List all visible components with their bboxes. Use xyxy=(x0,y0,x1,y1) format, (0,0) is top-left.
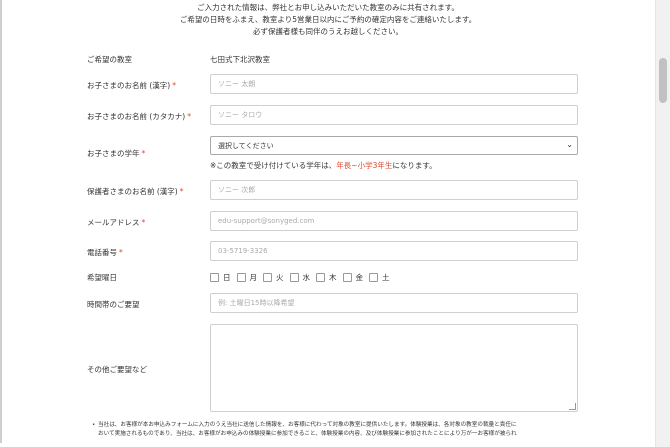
grade-selected: 選択してください xyxy=(218,141,274,150)
day-checkbox-fri[interactable]: 金 xyxy=(342,272,363,283)
intro-line-2: ご希望の日時をふまえ、教室より5営業日以内にご予約の確定内容をご連絡いたします。 xyxy=(179,15,477,24)
classroom-label: ご希望の教室 xyxy=(87,55,132,64)
checkbox[interactable] xyxy=(236,273,246,282)
intro-text: ご入力された情報は、弊社とお申し込みいただいた教室のみに共有されます。 ご希望の… xyxy=(0,2,656,38)
child-kana-input[interactable]: ソニー タロウ xyxy=(210,105,578,125)
checkbox[interactable] xyxy=(289,273,299,282)
other-label: その他ご要望など xyxy=(87,365,147,374)
required-mark: * xyxy=(141,149,146,158)
child-name-input[interactable]: ソニー 太朗 xyxy=(210,74,578,94)
intro-line-3: 必ず保護者様も同伴のうえお越しください。 xyxy=(253,27,403,36)
required-mark: * xyxy=(172,81,176,90)
bullet: • xyxy=(92,422,96,428)
vertical-scrollbar[interactable] xyxy=(655,0,670,447)
grade-note: ※この教室で受け付けている学年は、年長~小学3年生になります。 xyxy=(210,161,437,170)
time-label: 時間帯のご要望 xyxy=(87,300,140,309)
email-label: メールアドレス * xyxy=(87,218,146,227)
day-checkbox-wed[interactable]: 水 xyxy=(289,272,310,283)
checkbox[interactable] xyxy=(263,273,272,282)
day-checkbox-mon[interactable]: 月 xyxy=(236,272,257,283)
classroom-value: 七田式下北沢教室 xyxy=(210,55,270,64)
scrollbar-thumb[interactable] xyxy=(659,58,667,103)
grade-label: お子さまの学年 * xyxy=(87,149,146,158)
privacy-notice: • 当社は、お客様が本お申込みフォームに入力のうえ当社に送信した情報を、お客様に… xyxy=(92,421,578,439)
parent-name-input[interactable]: ソニー 次郎 xyxy=(210,180,578,200)
grade-note-highlight: 年長~小学3年生 xyxy=(336,161,393,170)
days-label: 希望曜日 xyxy=(87,273,117,282)
checkbox[interactable] xyxy=(316,273,325,282)
email-input[interactable]: edu-support@sonyged.com xyxy=(210,211,578,231)
day-checkbox-sat[interactable]: 土 xyxy=(369,272,390,283)
required-mark: * xyxy=(187,112,191,121)
required-mark: * xyxy=(179,187,184,196)
child-name-label: お子さまのお名前 (漢字) * xyxy=(87,81,176,90)
other-textarea[interactable] xyxy=(210,324,578,412)
privacy-notice-line-2: おいて実施されるものであり、当社は、お客様がお申込みの体験授業に参加できること、… xyxy=(98,431,517,437)
day-checkbox-thu[interactable]: 木 xyxy=(316,272,337,283)
grade-select[interactable]: 選択してください ⌄ xyxy=(210,136,578,155)
time-input[interactable]: 例: 土曜日15時以降希望 xyxy=(210,293,578,313)
privacy-notice-line-1: 当社は、お客様が本お申込みフォームに入力のうえ当社に送信した情報を、お客様に代わ… xyxy=(98,422,517,428)
required-mark: * xyxy=(119,248,123,257)
phone-input[interactable]: 03-5719-3326 xyxy=(210,241,578,261)
required-mark: * xyxy=(141,218,146,227)
checkbox[interactable] xyxy=(342,273,352,282)
intro-line-1: ご入力された情報は、弊社とお申し込みいただいた教室のみに共有されます。 xyxy=(197,3,459,12)
chevron-down-icon: ⌄ xyxy=(566,140,573,149)
checkbox[interactable] xyxy=(210,273,219,282)
checkbox[interactable] xyxy=(369,273,378,282)
phone-label: 電話番号 * xyxy=(87,248,123,257)
child-kana-label: お子さまのお名前 (カタカナ) * xyxy=(87,112,191,121)
resize-handle-icon[interactable] xyxy=(569,403,576,410)
day-checkbox-tue[interactable]: 火 xyxy=(263,272,284,283)
days-checkbox-group: 日 月 火 水 木 金 土 xyxy=(210,272,390,283)
day-checkbox-sun[interactable]: 日 xyxy=(210,272,231,283)
parent-name-label: 保護者さまのお名前 (漢字) * xyxy=(87,187,184,196)
